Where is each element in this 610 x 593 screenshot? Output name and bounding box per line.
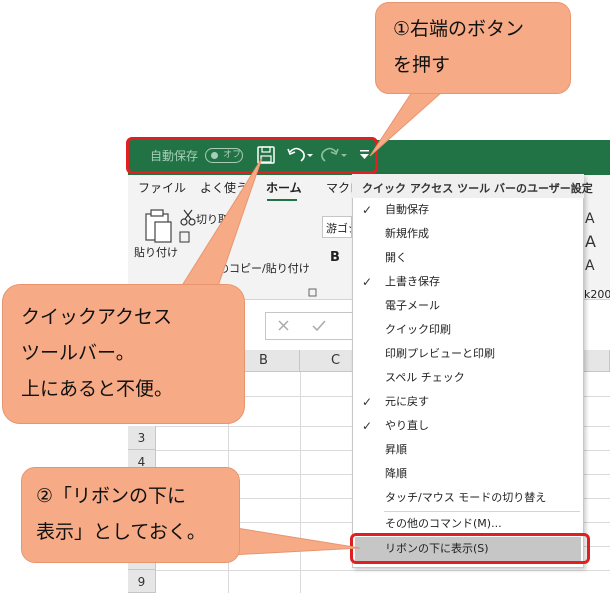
callout-pointer-step2	[229, 526, 361, 556]
callout-qat: クイックアクセス ツールバー。 上にあると不便。	[2, 284, 245, 424]
callout-step2-line1: ②「リボンの下に	[36, 485, 187, 507]
callout-step1-line2: を押す	[393, 54, 451, 76]
callout-step1-line1: ①右端のボタン	[393, 18, 525, 40]
callout-qat-line1: クイックアクセス	[21, 306, 173, 328]
callout-qat-line2: ツールバー。	[21, 342, 135, 364]
callout-step1: ①右端のボタン を押す	[375, 2, 571, 94]
screenshot-stage: 自動保存 オフ ファイル よく使う ホーム マクロ	[0, 0, 610, 593]
callout-pointer-qat	[177, 157, 263, 293]
callout-step2-line2: 表示」としておく。	[36, 521, 206, 543]
callout-step2: ②「リボンの下に 表示」としておく。	[21, 467, 240, 563]
callout-qat-line3: 上にあると不便。	[21, 378, 174, 400]
callout-pointer-step1	[369, 91, 444, 157]
